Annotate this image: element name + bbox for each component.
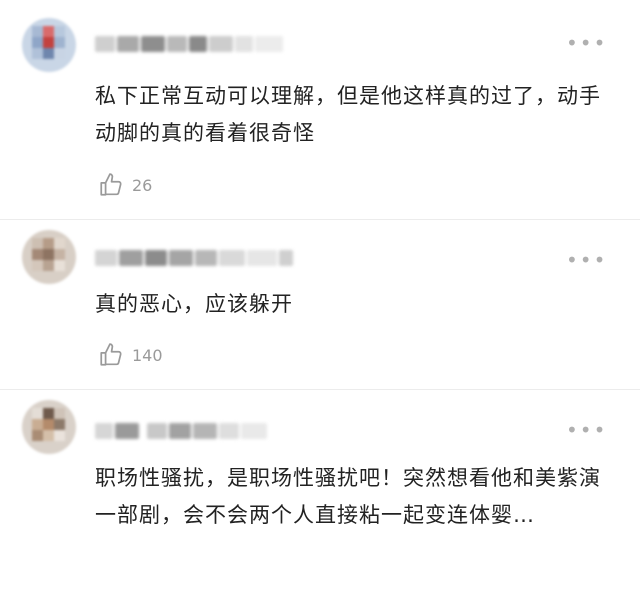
avatar[interactable] (22, 230, 76, 284)
like-count: 26 (132, 175, 153, 195)
comment-item-3: ••• 职场性骚扰，是职场性骚扰吧！突然想看他和美紫演一部剧，会不会两个人直接粘… (0, 390, 640, 589)
more-dots-icon[interactable]: ••• (566, 33, 607, 53)
username-blurred[interactable] (95, 250, 295, 268)
thumb-up-icon (100, 343, 122, 366)
more-dots-icon[interactable]: ••• (566, 250, 607, 270)
avatar[interactable] (22, 18, 76, 72)
username-blurred[interactable] (95, 423, 295, 441)
like-count: 140 (132, 345, 163, 365)
comment-text: 职场性骚扰，是职场性骚扰吧！突然想看他和美紫演一部剧，会不会两个人直接粘一起变连… (95, 466, 601, 527)
like-button[interactable]: 140 (98, 342, 163, 368)
username-blurred[interactable] (95, 36, 295, 54)
comment-item-1: ••• 私下正常互动可以理解，但是他这样真的过了，动手动脚的真的看着很奇怪 26 (0, 0, 640, 220)
like-button[interactable]: 26 (98, 172, 152, 198)
more-dots-icon[interactable]: ••• (566, 420, 607, 440)
comment-text: 真的恶心，应该躲开 (95, 292, 293, 316)
comment-item-2: ••• 真的恶心，应该躲开 140 (0, 220, 640, 390)
comment-text: 私下正常互动可以理解，但是他这样真的过了，动手动脚的真的看着很奇怪 (95, 84, 601, 145)
thumb-up-icon (100, 173, 122, 196)
avatar[interactable] (22, 400, 76, 454)
